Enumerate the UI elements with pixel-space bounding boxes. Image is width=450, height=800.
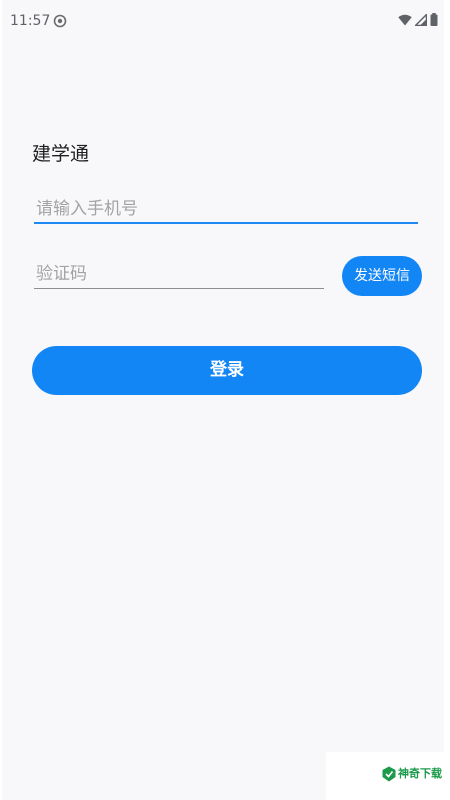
app-screen: 11:57 建学通 请输入手机号 验证码 发送短信 登录 bbox=[2, 0, 444, 800]
phone-number-input[interactable] bbox=[34, 196, 420, 222]
phone-field[interactable] bbox=[34, 196, 420, 224]
watermark: 神奇下载 bbox=[326, 752, 444, 800]
verification-code-field[interactable] bbox=[34, 261, 326, 289]
send-sms-button[interactable]: 发送短信 bbox=[342, 256, 422, 296]
status-icons bbox=[398, 11, 438, 30]
battery-icon bbox=[430, 11, 438, 30]
cellular-signal-icon bbox=[413, 11, 428, 30]
sync-icon bbox=[53, 13, 67, 28]
verification-code-input[interactable] bbox=[34, 261, 326, 287]
watermark-text: 神奇下载 bbox=[398, 767, 442, 780]
watermark-logo-icon bbox=[382, 766, 396, 782]
app-title: 建学通 bbox=[32, 143, 90, 165]
status-time: 11:57 bbox=[10, 13, 51, 29]
login-button[interactable]: 登录 bbox=[32, 346, 422, 395]
status-bar: 11:57 bbox=[2, 0, 444, 40]
wifi-icon bbox=[398, 11, 412, 30]
